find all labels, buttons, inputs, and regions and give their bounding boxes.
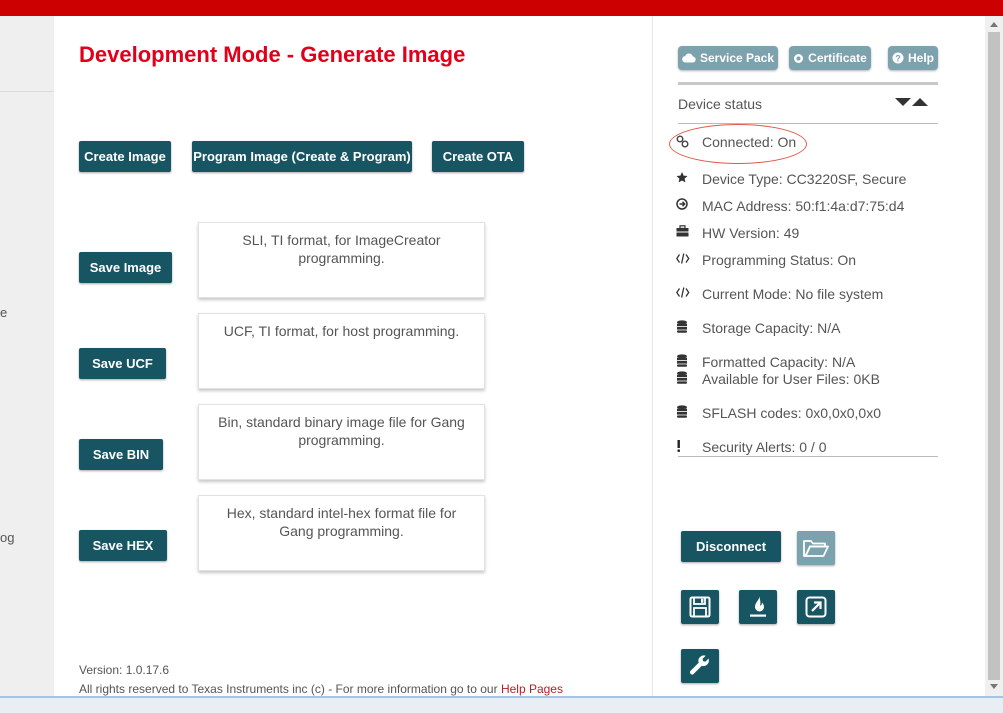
database-icon <box>677 354 687 367</box>
mac-address-text: MAC Address: 50:f1:4a:d7:75:d4 <box>702 198 905 214</box>
create-image-button[interactable]: Create Image <box>79 141 171 172</box>
formatted-capacity-text: Formatted Capacity: N/A <box>702 354 856 370</box>
save-ucf-description: UCF, TI format, for host programming. <box>198 313 485 389</box>
connected-text: Connected: On <box>702 134 797 150</box>
device-status-title: Device status <box>678 96 763 112</box>
save-image-button[interactable]: Save Image <box>79 252 172 283</box>
burn-button[interactable] <box>739 590 777 624</box>
question-circle-icon: ? <box>892 52 904 64</box>
cloud-icon <box>682 53 696 63</box>
database-icon <box>677 320 687 333</box>
programming-status-text: Programming Status: On <box>702 252 857 268</box>
save-hex-button[interactable]: Save HEX <box>79 530 167 561</box>
disconnect-button[interactable]: Disconnect <box>681 531 781 562</box>
status-current-mode: Current Mode: No file system <box>676 286 883 303</box>
service-pack-label: Service Pack <box>699 51 775 65</box>
status-security-alerts: Security Alerts: 0 / 0 <box>676 439 827 456</box>
status-available-user-files: Available for User Files: 0KB <box>676 371 880 388</box>
scroll-down-arrow-icon[interactable] <box>990 684 998 689</box>
device-status-rule <box>678 123 938 124</box>
device-type-text: Device Type: CC3220SF, Secure <box>702 171 907 187</box>
main-panel: Development Mode - Generate Image Create… <box>54 16 652 696</box>
current-mode-text: Current Mode: No file system <box>702 286 884 302</box>
save-bin-button[interactable]: Save BIN <box>79 439 163 470</box>
copyright-text: All rights reserved to Texas Instruments… <box>79 682 501 696</box>
status-storage-capacity: Storage Capacity: N/A <box>676 320 841 337</box>
sflash-codes-text: SFLASH codes: 0x0,0x0,0x0 <box>702 405 881 421</box>
version-label: Version: 1.0.17.6 <box>79 663 170 677</box>
external-link-icon <box>805 596 827 618</box>
left-nav-fragment[interactable]: e <box>0 305 7 320</box>
program-image-button[interactable]: Program Image (Create & Program) <box>192 141 412 172</box>
status-formatted-capacity: Formatted Capacity: N/A <box>676 354 855 371</box>
flame-icon <box>750 596 766 617</box>
device-status-panel: Service Pack Certificate ? Help Device s… <box>653 16 953 696</box>
collapse-toggle-icon[interactable] <box>895 97 929 107</box>
device-status-bottom-rule <box>678 456 938 457</box>
certificate-button[interactable]: Certificate <box>789 46 871 70</box>
save-image-description: SLI, TI format, for ImageCreator program… <box>198 222 485 298</box>
certificate-icon <box>794 53 804 63</box>
left-nav-fragment[interactable]: og <box>0 530 14 545</box>
security-alerts-text: Security Alerts: 0 / 0 <box>702 439 827 455</box>
left-navigation-strip: e og <box>0 16 54 696</box>
hw-version-text: HW Version: 49 <box>702 225 800 241</box>
available-user-files-text: Available for User Files: 0KB <box>702 371 880 387</box>
help-pages-link[interactable]: Help Pages <box>501 682 563 696</box>
scroll-up-arrow-icon[interactable] <box>990 22 998 27</box>
folder-open-icon <box>803 540 829 557</box>
save-ucf-button[interactable]: Save UCF <box>79 348 166 379</box>
database-icon <box>677 405 687 418</box>
link-icon <box>676 135 689 148</box>
right-margin <box>953 16 985 696</box>
open-folder-button[interactable] <box>797 531 835 565</box>
exclamation-icon <box>677 440 680 452</box>
status-programming: Programming Status: On <box>676 252 856 269</box>
status-connected: Connected: On <box>676 134 796 151</box>
scrollbar-thumb[interactable] <box>988 32 1000 680</box>
left-strip-separator <box>0 91 54 92</box>
status-sflash-codes: SFLASH codes: 0x0,0x0,0x0 <box>676 405 881 422</box>
star-icon <box>676 172 688 183</box>
code-icon <box>676 253 690 264</box>
svg-text:?: ? <box>895 54 901 64</box>
service-pack-button[interactable]: Service Pack <box>678 46 778 70</box>
status-hw-version: HW Version: 49 <box>676 225 799 242</box>
save-button[interactable] <box>681 590 719 624</box>
status-mac-address: MAC Address: 50:f1:4a:d7:75:d4 <box>676 198 904 215</box>
create-ota-button[interactable]: Create OTA <box>432 141 524 172</box>
top-brand-bar <box>0 0 1003 16</box>
arrow-circle-icon <box>676 198 688 210</box>
status-device-type: Device Type: CC3220SF, Secure <box>676 171 906 188</box>
bottom-status-bar <box>0 696 1003 713</box>
bottom-bar-accent-line <box>0 696 1003 698</box>
certificate-label: Certificate <box>808 51 867 65</box>
save-bin-description: Bin, standard binary image file for Gang… <box>198 404 485 480</box>
floppy-disk-icon <box>689 596 711 618</box>
wrench-icon <box>689 655 709 675</box>
device-status-top-rule <box>678 82 938 85</box>
briefcase-icon <box>676 225 689 237</box>
external-link-button[interactable] <box>797 590 835 624</box>
help-label: Help <box>907 51 934 65</box>
help-button[interactable]: ? Help <box>888 46 938 70</box>
vertical-scrollbar[interactable] <box>985 16 1003 696</box>
copyright-notice: All rights reserved to Texas Instruments… <box>79 682 563 696</box>
storage-capacity-text: Storage Capacity: N/A <box>702 320 841 336</box>
page-title: Development Mode - Generate Image <box>79 42 466 67</box>
save-hex-description: Hex, standard intel-hex format file for … <box>198 495 485 571</box>
code-icon <box>676 287 690 298</box>
settings-button[interactable] <box>681 649 719 683</box>
database-icon <box>677 371 687 384</box>
